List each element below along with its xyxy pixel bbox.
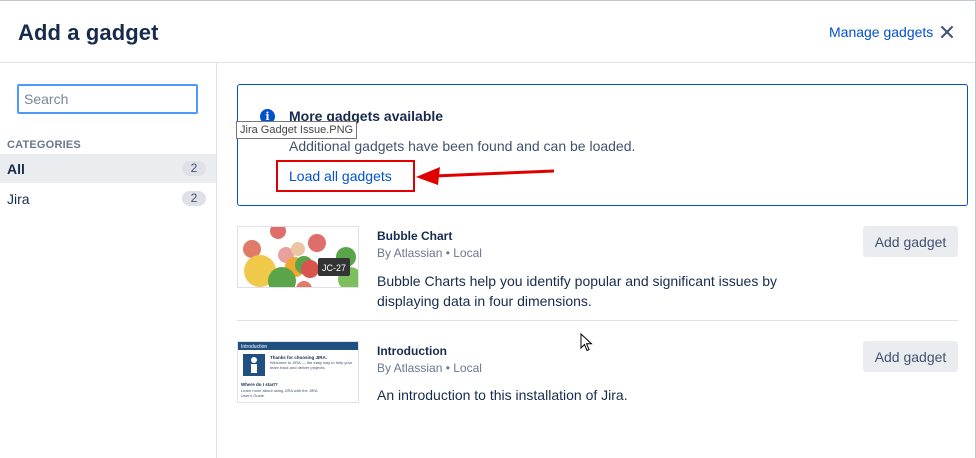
gadget-description: Bubble Charts help you identify popular … xyxy=(377,273,778,309)
dialog-header: Add a gadget Manage gadgets xyxy=(0,1,975,63)
load-all-gadgets-link[interactable]: Load all gadgets xyxy=(289,168,392,184)
add-gadget-dialog: Add a gadget Manage gadgets CATEGORIES A… xyxy=(0,0,976,458)
categories-heading: CATEGORIES xyxy=(7,139,81,151)
search-input[interactable] xyxy=(17,84,198,114)
notice-text: Additional gadgets have been found and c… xyxy=(289,138,636,154)
gadget-item-introduction: Introduction Thanks for choosing JIRA. W… xyxy=(237,341,958,411)
close-icon[interactable] xyxy=(939,22,955,40)
intro-thumb-foot: Learn more about using JIRA with the JIR… xyxy=(241,388,318,398)
more-gadgets-notice: i More gadgets available Additional gadg… xyxy=(237,84,968,206)
category-sidebar: CATEGORIES All 2 Jira 2 xyxy=(0,63,217,458)
intro-thumb-text: Welcome to JIRA — the easy way to help y… xyxy=(270,360,353,370)
introduction-thumbnail: Introduction Thanks for choosing JIRA. W… xyxy=(237,341,359,403)
intro-thumb-subheading: Where do I start? xyxy=(241,382,278,387)
category-item-jira[interactable]: Jira 2 xyxy=(0,184,216,213)
gadget-author: By Atlassian • Local xyxy=(377,246,482,260)
bubble-chart-thumbnail: JC-27 xyxy=(237,226,359,288)
category-count-badge: 2 xyxy=(182,191,206,206)
gadget-description: An introduction to this installation of … xyxy=(377,387,628,403)
gadget-divider xyxy=(237,320,958,321)
category-label: Jira xyxy=(7,191,30,207)
manage-gadgets-link[interactable]: Manage gadgets xyxy=(829,24,933,40)
bubble-chart-thumb-label: JC-27 xyxy=(322,263,346,273)
gadget-author: By Atlassian • Local xyxy=(377,361,482,375)
category-count-badge: 2 xyxy=(182,161,206,176)
gadget-item-bubble-chart: JC-27 Bubble Chart By Atlassian • Local … xyxy=(237,226,958,316)
add-gadget-button[interactable]: Add gadget xyxy=(863,341,958,372)
gadget-title: Bubble Chart xyxy=(377,229,453,243)
dialog-title: Add a gadget xyxy=(18,20,159,45)
intro-thumb-header: Introduction xyxy=(241,344,267,350)
gadget-title: Introduction xyxy=(377,344,447,358)
add-gadget-button[interactable]: Add gadget xyxy=(863,226,958,257)
category-label: All xyxy=(7,161,25,177)
category-item-all[interactable]: All 2 xyxy=(0,154,216,183)
file-tooltip: Jira Gadget Issue.PNG xyxy=(236,121,358,139)
